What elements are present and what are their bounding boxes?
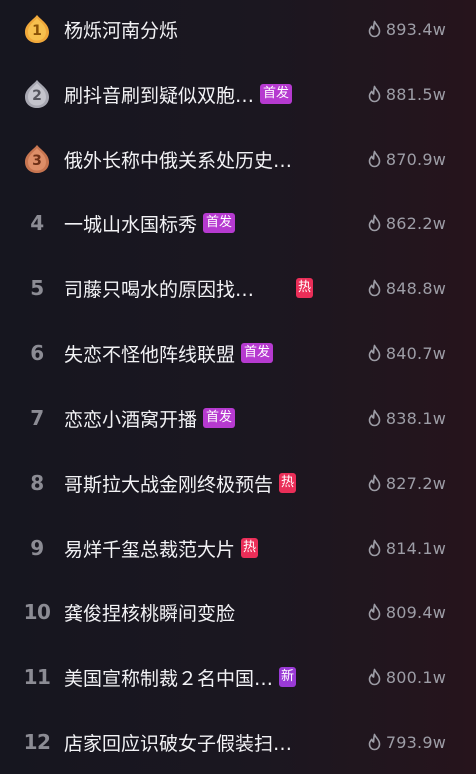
topic-title[interactable]: 失恋不怪他阵线联盟 bbox=[64, 340, 235, 367]
topic-title[interactable]: 恋恋小酒窝开播 bbox=[64, 405, 197, 432]
topic-title[interactable]: 一城山水国标秀 bbox=[64, 210, 197, 237]
list-item[interactable]: 6 失恋不怪他阵线联盟 首发 840.7w bbox=[0, 321, 476, 385]
hot-tag: 热 bbox=[296, 278, 314, 298]
gold-medal-icon: 1 bbox=[24, 14, 50, 44]
topic-title[interactable]: 杨烁河南分烁 bbox=[64, 16, 178, 43]
flame-icon bbox=[368, 474, 381, 492]
rank-number: 8 bbox=[30, 471, 44, 495]
first-release-tag: 首发 bbox=[203, 408, 236, 428]
topic-title[interactable]: 易烊千玺总裁范大片 bbox=[64, 535, 235, 562]
heat-value: 809.4w bbox=[367, 597, 446, 627]
heat-value: 862.2w bbox=[367, 208, 446, 238]
rank-number: 7 bbox=[30, 406, 44, 430]
rank-badge: 11 bbox=[22, 662, 52, 692]
rank-number: 5 bbox=[30, 276, 44, 300]
rank-number: 2 bbox=[32, 88, 42, 104]
list-item[interactable]: 7 恋恋小酒窝开播 首发 838.1w bbox=[0, 386, 476, 450]
rank-number: 9 bbox=[30, 536, 44, 560]
heat-number: 848.8w bbox=[385, 278, 446, 298]
heat-value: 893.4w bbox=[367, 14, 446, 44]
new-tag: 新 bbox=[279, 667, 297, 687]
list-item[interactable]: 9 易烊千玺总裁范大片 热 814.1w bbox=[0, 516, 476, 580]
heat-value: 814.1w bbox=[367, 533, 446, 563]
heat-number: 893.4w bbox=[385, 19, 446, 39]
heat-value: 793.9w bbox=[367, 727, 446, 757]
flame-icon bbox=[368, 214, 381, 232]
rank-number: 4 bbox=[30, 211, 44, 235]
list-item[interactable]: 1 杨烁河南分烁 893.4w bbox=[0, 0, 476, 61]
rank-number: 11 bbox=[23, 665, 51, 689]
list-item[interactable]: 12 店家回应识破女子假装扫… 793.9w bbox=[0, 710, 476, 774]
flame-icon bbox=[368, 279, 381, 297]
rank-badge: 2 bbox=[22, 79, 52, 109]
rank-badge: 4 bbox=[22, 208, 52, 238]
heat-number: 838.1w bbox=[385, 408, 446, 428]
heat-value: 800.1w bbox=[367, 662, 446, 692]
rank-badge: 7 bbox=[22, 403, 52, 433]
heat-value: 870.9w bbox=[367, 144, 446, 174]
heat-number: 870.9w bbox=[385, 149, 446, 169]
rank-badge: 10 bbox=[22, 597, 52, 627]
flame-icon bbox=[368, 409, 381, 427]
heat-number: 881.5w bbox=[385, 84, 446, 104]
heat-value: 827.2w bbox=[367, 468, 446, 498]
rank-badge: 8 bbox=[22, 468, 52, 498]
rank-badge: 6 bbox=[22, 338, 52, 368]
first-release-tag: 首发 bbox=[260, 84, 293, 104]
rank-badge: 1 bbox=[22, 14, 52, 44]
list-item[interactable]: 10 龚俊捏核桃瞬间变脸 809.4w bbox=[0, 580, 476, 644]
topic-title[interactable]: 店家回应识破女子假装扫… bbox=[64, 729, 292, 756]
topic-title[interactable]: 司藤只喝水的原因找… bbox=[64, 275, 254, 302]
flame-icon bbox=[368, 539, 381, 557]
rank-number: 3 bbox=[32, 153, 42, 169]
heat-value: 881.5w bbox=[367, 79, 446, 109]
flame-icon bbox=[368, 733, 381, 751]
first-release-tag: 首发 bbox=[203, 213, 236, 233]
topic-title[interactable]: 哥斯拉大战金刚终极预告 bbox=[64, 470, 273, 497]
heat-number: 840.7w bbox=[385, 343, 446, 363]
first-release-tag: 首发 bbox=[241, 343, 274, 363]
rank-badge: 12 bbox=[22, 727, 52, 757]
silver-medal-icon: 2 bbox=[24, 79, 50, 109]
rank-badge: 9 bbox=[22, 533, 52, 563]
topic-title[interactable]: 刷抖音刷到疑似双胞… bbox=[64, 81, 254, 108]
flame-icon bbox=[368, 603, 381, 621]
topic-title[interactable]: 美国宣称制裁２名中国… bbox=[64, 664, 273, 691]
rank-badge: 5 bbox=[22, 273, 52, 303]
flame-icon bbox=[368, 344, 381, 362]
list-item[interactable]: 2 刷抖音刷到疑似双胞… 首发 881.5w bbox=[0, 62, 476, 126]
flame-icon bbox=[368, 85, 381, 103]
heat-value: 838.1w bbox=[367, 403, 446, 433]
list-item[interactable]: 3 俄外长称中俄关系处历史… 870.9w bbox=[0, 127, 476, 191]
rank-number: 10 bbox=[23, 600, 51, 624]
topic-title[interactable]: 龚俊捏核桃瞬间变脸 bbox=[64, 599, 235, 626]
heat-value: 840.7w bbox=[367, 338, 446, 368]
flame-icon bbox=[368, 150, 381, 168]
hot-tag: 热 bbox=[279, 473, 297, 493]
flame-icon bbox=[368, 20, 381, 38]
rank-badge: 3 bbox=[22, 144, 52, 174]
heat-number: 814.1w bbox=[385, 538, 446, 558]
heat-number: 793.9w bbox=[385, 732, 446, 752]
rank-number: 12 bbox=[23, 730, 51, 754]
list-item[interactable]: 8 哥斯拉大战金刚终极预告 热 827.2w bbox=[0, 451, 476, 515]
heat-number: 862.2w bbox=[385, 213, 446, 233]
heat-number: 827.2w bbox=[385, 473, 446, 493]
hot-tag: 热 bbox=[241, 538, 259, 558]
rank-number: 1 bbox=[32, 23, 42, 39]
bronze-medal-icon: 3 bbox=[24, 144, 50, 174]
list-item[interactable]: 5 司藤只喝水的原因找… 热 848.8w bbox=[0, 256, 476, 320]
heat-number: 809.4w bbox=[385, 602, 446, 622]
topic-title[interactable]: 俄外长称中俄关系处历史… bbox=[64, 146, 292, 173]
hot-search-list: 1 杨烁河南分烁 893.4w 2 刷抖音刷到疑似双胞… 首发 881.5w 3… bbox=[0, 0, 476, 763]
heat-value: 848.8w bbox=[367, 273, 446, 303]
heat-number: 800.1w bbox=[385, 667, 446, 687]
list-item[interactable]: 11 美国宣称制裁２名中国… 新 800.1w bbox=[0, 645, 476, 709]
flame-icon bbox=[368, 668, 381, 686]
list-item[interactable]: 4 一城山水国标秀 首发 862.2w bbox=[0, 191, 476, 255]
rank-number: 6 bbox=[30, 341, 44, 365]
